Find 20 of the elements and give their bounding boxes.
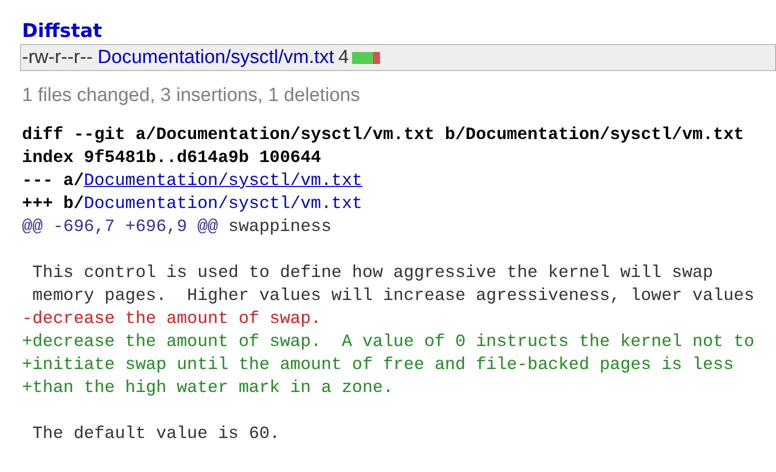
context-line: This control is used to define how aggressive the kernel will swap — [31, 263, 714, 285]
added-line: +than the high water mark in a zone. — [22, 378, 394, 400]
section-title: Diffstat — [22, 19, 103, 44]
removed-line: -decrease the amount of swap. — [22, 309, 322, 331]
file-link[interactable]: Documentation/sysctl/vm.txt — [84, 195, 362, 214]
hunk-range: @@ -696,7 +696,9 @@ — [22, 218, 218, 237]
file-prefix: --- a/ — [22, 172, 84, 191]
context-line: The default value is 60. — [31, 424, 281, 446]
diff-header-line: index 9f5481b..d614a9b 100644 — [22, 148, 322, 170]
change-count: 4 — [338, 46, 349, 68]
file-mode: -rw-r--r-- — [22, 46, 93, 68]
file-link[interactable]: Documentation/sysctl/vm.txt — [98, 46, 334, 68]
added-line: +initiate swap until the amount of free and file-backed pages is less — [22, 355, 735, 377]
diff-summary: 1 files changed, 3 insertions, 1 deletions — [22, 84, 361, 108]
hunk-context: swappiness — [227, 218, 332, 237]
file-link[interactable]: Documentation/sysctl/vm.txt — [84, 172, 362, 191]
context-line: memory pages. Higher values will increase agressiveness, lower values — [31, 286, 756, 308]
diff-header-line: diff --git a/Documentation/sysctl/vm.txt b/Documentation/sysctl/vm.txt — [22, 125, 745, 147]
added-line: +decrease the amount of swap. A value of 0 instructs the kernel not to — [22, 332, 756, 354]
file-prefix: +++ b/ — [22, 195, 84, 214]
